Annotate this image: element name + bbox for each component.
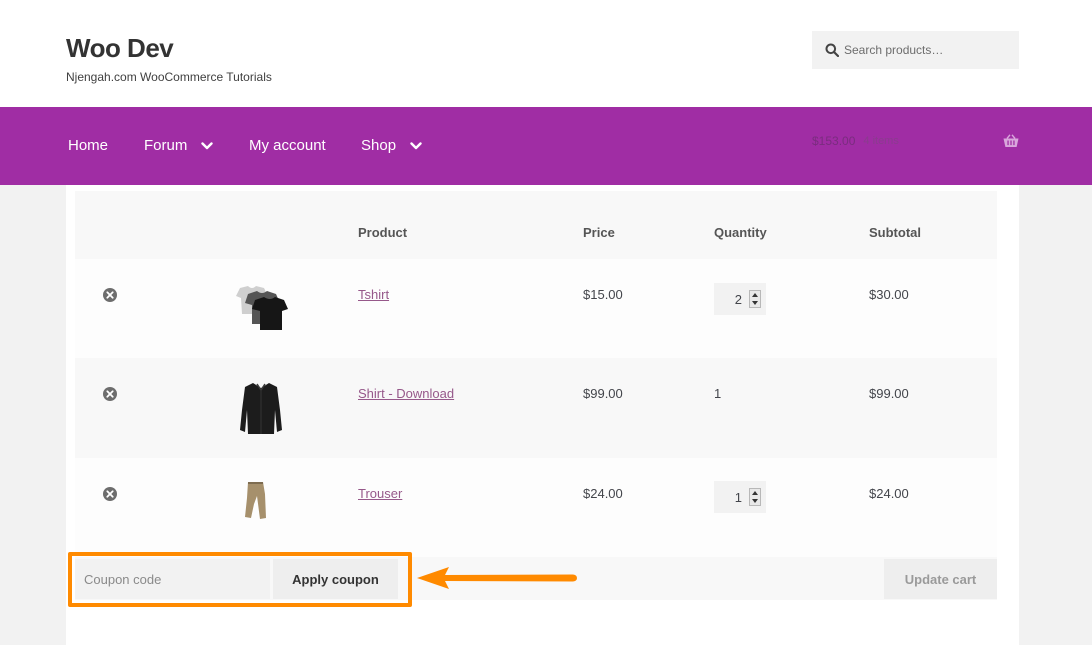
header-quantity: Quantity — [714, 225, 767, 240]
increment-icon[interactable] — [750, 489, 760, 497]
nav-item-label: Shop — [361, 137, 397, 154]
header-price: Price — [583, 225, 615, 240]
annotation-highlight-box — [68, 552, 412, 607]
quantity-spinner[interactable] — [749, 488, 761, 506]
product-link[interactable]: Shirt - Download — [358, 386, 454, 401]
quantity-stepper[interactable]: 1 — [714, 481, 766, 513]
nav-item-my-account[interactable]: My account — [249, 137, 326, 154]
remove-item-icon[interactable] — [103, 387, 117, 401]
product-price: $15.00 — [583, 287, 623, 302]
basket-icon[interactable] — [1003, 134, 1019, 148]
cart-count: 4 items — [863, 135, 899, 147]
product-price: $99.00 — [583, 386, 623, 401]
header-subtotal: Subtotal — [869, 225, 921, 240]
remove-item-icon[interactable] — [103, 487, 117, 501]
product-subtotal: $30.00 — [869, 287, 909, 302]
tshirt-image[interactable] — [230, 284, 290, 334]
cart-table-header: Product Price Quantity Subtotal — [75, 191, 997, 259]
table-row: Shirt - Download $99.00 1 $99.00 — [75, 358, 997, 458]
cart-total: $153.00 — [812, 134, 856, 148]
search-icon — [825, 43, 839, 57]
site-tagline: Njengah.com WooCommerce Tutorials — [66, 70, 272, 84]
quantity-stepper[interactable]: 2 — [714, 283, 766, 315]
quantity-value: 1 — [714, 386, 722, 401]
table-row: Trouser $24.00 1 $24.00 — [75, 458, 997, 557]
nav-item-label: Forum — [144, 137, 188, 154]
site-title[interactable]: Woo Dev — [66, 33, 174, 64]
chevron-down-icon[interactable] — [410, 141, 422, 150]
quantity-spinner[interactable] — [749, 290, 761, 308]
quantity-value[interactable]: 2 — [735, 292, 742, 307]
remove-item-icon[interactable] — [103, 288, 117, 302]
chevron-down-icon[interactable] — [201, 141, 214, 150]
nav-item-label: Home — [68, 137, 109, 154]
product-subtotal: $99.00 — [869, 386, 909, 401]
nav-item-forum[interactable]: Forum — [144, 137, 214, 154]
primary-navigation: Home Forum My account Shop $153.00 4 ite… — [0, 107, 1092, 185]
product-link[interactable]: Tshirt — [358, 287, 389, 302]
annotation-arrow-icon — [417, 567, 577, 589]
nav-item-shop[interactable]: Shop — [361, 137, 422, 154]
search-input[interactable] — [844, 31, 1014, 69]
increment-icon[interactable] — [750, 291, 760, 299]
site-header: Woo Dev Njengah.com WooCommerce Tutorial… — [0, 0, 1092, 107]
product-price: $24.00 — [583, 486, 623, 501]
decrement-icon[interactable] — [750, 299, 760, 307]
trouser-image[interactable] — [241, 480, 271, 520]
product-link[interactable]: Trouser — [358, 486, 402, 501]
search-box[interactable] — [812, 31, 1019, 69]
nav-item-home[interactable]: Home — [68, 137, 108, 154]
shirt-image[interactable] — [233, 380, 289, 436]
update-cart-button[interactable]: Update cart — [884, 559, 997, 599]
header-cart-link[interactable]: $153.00 4 items — [812, 134, 899, 148]
product-subtotal: $24.00 — [869, 486, 909, 501]
decrement-icon[interactable] — [750, 497, 760, 505]
header-product: Product — [358, 225, 408, 240]
quantity-value[interactable]: 1 — [735, 490, 742, 505]
table-row: Tshirt $15.00 2 $30.00 — [75, 259, 997, 358]
nav-item-label: My account — [249, 137, 326, 154]
